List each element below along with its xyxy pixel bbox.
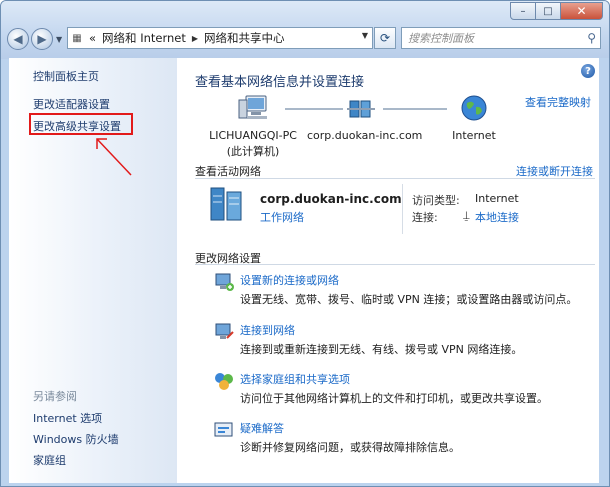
task-description: 设置无线、宽带、拨号、临时或 VPN 连接；或设置路由器或访问点。 [240,293,578,306]
network-type-link[interactable]: 工作网络 [260,209,304,225]
access-type-value: Internet [475,192,519,205]
map-node-label: LICHUANGQI-PC [209,129,297,142]
breadcrumb-sharing-center[interactable]: 网络和共享中心 [201,30,288,46]
section-divider [195,264,595,265]
address-overflow-chevron[interactable]: « [86,31,99,45]
network-folder-icon: ▦ [72,32,82,44]
task-description: 诊断并修复网络问题，或获得故障排除信息。 [240,441,460,454]
map-node-sublabel: (此计算机) [226,145,280,158]
section-divider [195,178,595,179]
task-connect-network[interactable]: 连接到网络 [240,322,295,338]
breadcrumb-separator-icon[interactable]: ▶ [189,34,201,43]
search-box[interactable]: 搜索控制面板 ⚲ [401,27,601,49]
annotation-arrow-icon [96,138,132,176]
troubleshoot-icon [214,422,233,437]
see-also-heading: 另请参阅 [33,390,77,403]
address-dropdown-icon[interactable]: ▼ [362,31,368,40]
minimize-button[interactable]: – [510,2,536,20]
globe-icon [461,95,487,121]
connection-label: 连接: [412,211,438,224]
connect-disconnect-link[interactable]: 连接或断开连接 [516,163,593,179]
map-node-label: corp.duokan-inc.com [307,129,423,142]
sidebar-link-home[interactable]: 控制面板主页 [33,68,99,84]
bottom-frame-edge [1,483,609,486]
task-troubleshoot[interactable]: 疑难解答 [240,420,284,436]
page-title: 查看基本网络信息并设置连接 [195,75,365,90]
refresh-button[interactable]: ⟳ [374,27,396,49]
sidebar: 控制面板主页 更改适配器设置 更改高级共享设置 另请参阅 Internet 选项… [9,58,177,483]
control-panel-window: – □ ✕ ◀ ▶ ▼ ▦ « 网络和 Internet ▶ 网络和共享中心 ▼… [0,0,610,487]
map-link-line [285,108,343,110]
back-button[interactable]: ◀ [7,28,29,50]
main-panel: ? 查看基本网络信息并设置连接 查看完整映射 LICHUANGQI-PC (此计… [177,58,599,483]
highlight-annotation-box [29,113,133,135]
task-description: 连接到或重新连接到无线、有线、拨号或 VPN 网络连接。 [240,343,523,356]
work-network-icon [210,187,242,221]
right-frame-edge [599,58,609,483]
help-icon[interactable]: ? [581,64,595,78]
recent-pages-dropdown-icon[interactable]: ▼ [56,35,62,44]
back-arrow-icon: ◀ [13,32,23,46]
sidebar-link-internet-options[interactable]: Internet 选项 [33,410,102,426]
active-networks-heading: 查看活动网络 [195,165,261,178]
navigation-buttons: ◀ ▶ ▼ [7,27,65,51]
connect-network-icon [215,323,234,339]
forward-button[interactable]: ▶ [31,28,53,50]
maximize-button[interactable]: □ [535,2,561,20]
breadcrumb-network-internet[interactable]: 网络和 Internet [99,30,189,46]
sidebar-link-firewall[interactable]: Windows 防火墙 [33,431,119,447]
refresh-icon: ⟳ [379,31,391,45]
full-map-link[interactable]: 查看完整映射 [525,94,591,110]
search-icon[interactable]: ⚲ [587,31,596,45]
vertical-divider [402,184,403,234]
local-connection-link[interactable]: 本地连接 [475,209,519,225]
local-connection-icon: ⍊ [463,209,470,222]
task-description: 访问位于其他网络计算机上的文件和打印机，或更改共享设置。 [240,392,548,405]
access-type-label: 访问类型: [412,194,460,207]
new-connection-icon [215,273,234,291]
forward-arrow-icon: ▶ [37,32,47,46]
task-homegroup-sharing[interactable]: 选择家庭组和共享选项 [240,371,350,387]
task-setup-connection[interactable]: 设置新的连接或网络 [240,272,339,288]
close-button[interactable]: ✕ [560,2,603,20]
sidebar-link-homegroup[interactable]: 家庭组 [33,452,66,468]
network-icon [347,100,375,118]
computer-icon [238,95,267,119]
window-controls: – □ ✕ [510,2,603,20]
sidebar-link-adapter-settings[interactable]: 更改适配器设置 [33,96,110,112]
map-link-line [383,108,447,110]
homegroup-icon [215,373,233,390]
search-input[interactable]: 搜索控制面板 [408,30,474,46]
address-bar[interactable]: ▦ « 网络和 Internet ▶ 网络和共享中心 ▼ [67,27,373,49]
map-node-label: Internet [452,129,496,142]
network-name: corp.duokan-inc.com [260,192,402,206]
title-bar: – □ ✕ ◀ ▶ ▼ ▦ « 网络和 Internet ▶ 网络和共享中心 ▼… [1,1,609,59]
